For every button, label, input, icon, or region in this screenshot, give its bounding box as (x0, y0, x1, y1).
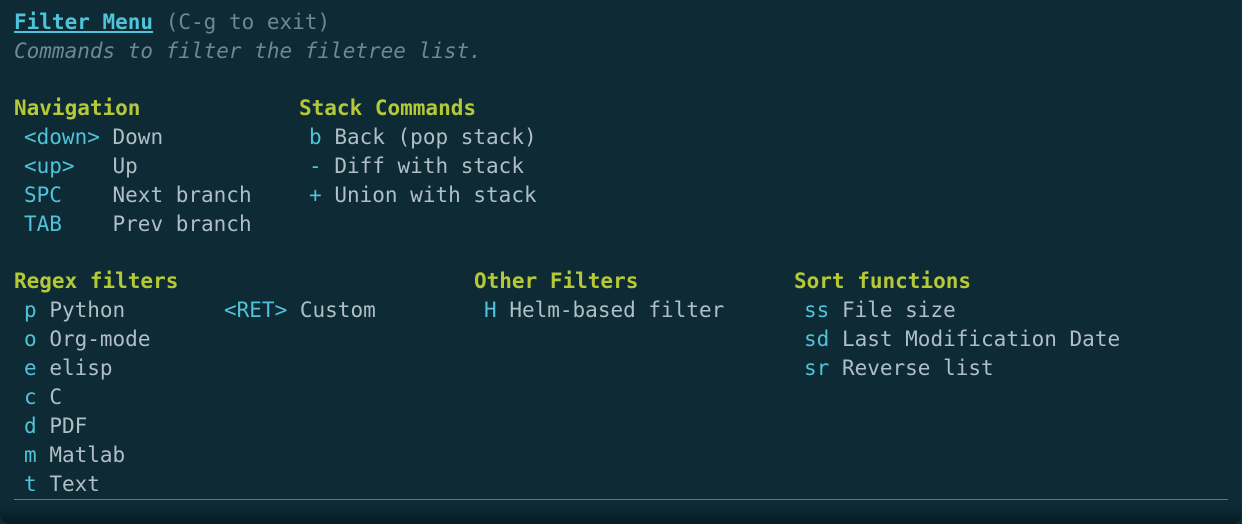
other-item-helm[interactable]: H Helm-based filter (474, 296, 794, 325)
stack-item-union[interactable]: + Union with stack (299, 181, 537, 210)
sort-section: Sort functions ss File size sd Last Modi… (794, 267, 1120, 499)
stack-item-back[interactable]: b Back (pop stack) (299, 123, 537, 152)
regex-title: Regex filters (14, 267, 224, 296)
other-title: Other Filters (474, 267, 794, 296)
regex-item-pdf[interactable]: d PDF (14, 412, 224, 441)
sort-item-date[interactable]: sd Last Modification Date (794, 325, 1120, 354)
divider-line (14, 499, 1228, 500)
exit-hint-text: (C-g to exit) (166, 10, 330, 34)
nav-item-next-branch[interactable]: SPC Next branch (14, 181, 299, 210)
menu-title: Filter Menu (14, 10, 153, 34)
custom-item-ret[interactable]: <RET> Custom (224, 296, 474, 325)
sort-item-reverse[interactable]: sr Reverse list (794, 354, 1120, 383)
navigation-section: Navigation <down> Down <up> Up SPC Next … (14, 94, 299, 239)
regex-item-elisp[interactable]: e elisp (14, 354, 224, 383)
nav-item-prev-branch[interactable]: TAB Prev branch (14, 210, 299, 239)
stack-section: Stack Commands b Back (pop stack) - Diff… (299, 94, 537, 239)
regex-item-python[interactable]: p Python (14, 296, 224, 325)
row-filters-sort: Regex filters p Python o Org-mode e elis… (14, 267, 1228, 499)
stack-title: Stack Commands (299, 94, 537, 123)
stack-item-diff[interactable]: - Diff with stack (299, 152, 537, 181)
other-section: Other Filters H Helm-based filter (474, 267, 794, 499)
menu-subtitle: Commands to filter the filetree list. (14, 37, 1228, 66)
regex-section: Regex filters p Python o Org-mode e elis… (14, 267, 224, 499)
row-nav-stack: Navigation <down> Down <up> Up SPC Next … (14, 94, 1228, 239)
regex-item-text[interactable]: t Text (14, 470, 224, 499)
regex-item-matlab[interactable]: m Matlab (14, 441, 224, 470)
sort-title: Sort functions (794, 267, 1120, 296)
custom-spacer (224, 267, 474, 296)
regex-item-orgmode[interactable]: o Org-mode (14, 325, 224, 354)
navigation-title: Navigation (14, 94, 299, 123)
nav-item-up[interactable]: <up> Up (14, 152, 299, 181)
regex-item-c[interactable]: c C (14, 383, 224, 412)
menu-header: Filter Menu (C-g to exit) (14, 8, 1228, 37)
bottom-edge (0, 506, 1242, 524)
custom-section: <RET> Custom (224, 267, 474, 499)
nav-item-down[interactable]: <down> Down (14, 123, 299, 152)
sort-item-size[interactable]: ss File size (794, 296, 1120, 325)
